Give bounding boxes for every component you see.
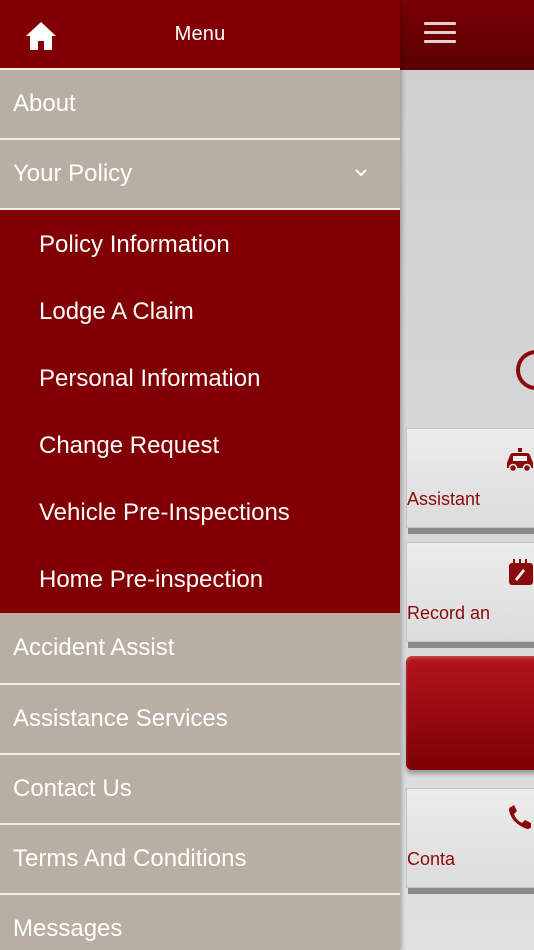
- submenu-item-label: Lodge A Claim: [39, 297, 194, 325]
- drawer-header: Menu: [0, 0, 400, 68]
- menu-item-label: Assistance Services: [13, 705, 228, 732]
- red-feature-tile[interactable]: [406, 656, 534, 770]
- home-icon[interactable]: [24, 20, 58, 52]
- tile-label: Record an: [407, 603, 491, 623]
- tile-label: Conta: [407, 849, 456, 869]
- submenu-item-change-request[interactable]: Change Request: [0, 412, 400, 479]
- submenu-item-lodge-a-claim[interactable]: Lodge A Claim: [0, 278, 400, 345]
- submenu-item-personal-information[interactable]: Personal Information: [0, 345, 400, 412]
- submenu-item-home-pre-inspection[interactable]: Home Pre-inspection: [0, 546, 400, 613]
- menu-item-accident-assist[interactable]: Accident Assist: [0, 613, 400, 683]
- phone-icon: [509, 805, 531, 829]
- app-top-bar: [400, 0, 534, 70]
- assistance-tile[interactable]: Assistant: [406, 428, 534, 528]
- menu-item-about[interactable]: About: [0, 68, 400, 138]
- submenu-item-label: Policy Information: [39, 230, 230, 258]
- navigation-drawer: Menu About Your Policy Policy Informatio…: [0, 0, 400, 950]
- contact-tile[interactable]: Conta: [406, 788, 534, 888]
- submenu-item-vehicle-pre-inspections[interactable]: Vehicle Pre-Inspections: [0, 479, 400, 546]
- menu-item-contact-us[interactable]: Contact Us: [0, 753, 400, 823]
- menu-item-terms-and-conditions[interactable]: Terms And Conditions: [0, 823, 400, 893]
- record-tile[interactable]: Record an: [406, 542, 534, 642]
- submenu-item-policy-information[interactable]: Policy Information: [0, 211, 400, 278]
- tile-label: Assistant: [407, 489, 481, 509]
- background-app-screen: Assistant Record an Conta: [400, 0, 534, 950]
- car-icon: [507, 448, 533, 473]
- menu-title: Menu: [174, 22, 226, 45]
- menu-item-label: Your Policy: [13, 160, 133, 187]
- menu-item-assistance-services[interactable]: Assistance Services: [0, 683, 400, 753]
- submenu-item-label: Personal Information: [39, 364, 261, 392]
- calendar-icon: [509, 559, 533, 585]
- chevron-down-icon: [355, 169, 367, 177]
- menu-item-messages[interactable]: Messages: [0, 893, 400, 950]
- hamburger-icon[interactable]: [424, 22, 456, 46]
- menu-item-label: Accident Assist: [13, 634, 175, 661]
- menu-item-label: About: [13, 90, 76, 117]
- your-policy-submenu: Policy Information Lodge A Claim Persona…: [0, 208, 400, 613]
- menu-item-your-policy[interactable]: Your Policy: [0, 138, 400, 208]
- submenu-item-label: Vehicle Pre-Inspections: [39, 498, 290, 526]
- menu-item-label: Contact Us: [13, 775, 132, 802]
- submenu-item-label: Change Request: [39, 431, 220, 459]
- submenu-item-label: Home Pre-inspection: [39, 565, 264, 593]
- menu-item-label: Terms And Conditions: [13, 845, 247, 872]
- menu-item-label: Messages: [13, 915, 123, 942]
